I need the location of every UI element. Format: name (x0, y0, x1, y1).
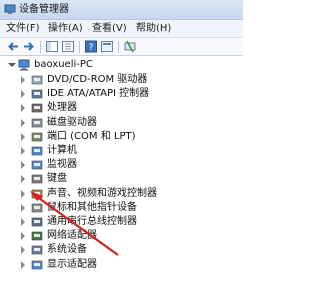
expand-icon[interactable] (21, 147, 25, 155)
network-adapter-icon (31, 231, 43, 241)
help-icon[interactable]: ? (84, 40, 98, 53)
tree-item-label: 磁盘驱动器 (47, 116, 97, 128)
menu-bar: 文件(F) 操作(A) 查看(V) 帮助(H) (0, 20, 243, 38)
tree-item-label: DVD/CD-ROM 驱动器 (47, 74, 148, 85)
tree-root[interactable]: baoxueli-PC (6, 58, 206, 72)
disk-drive-icon (31, 118, 43, 127)
sound-icon (31, 189, 43, 198)
show-hide-icon[interactable] (45, 40, 59, 53)
tree-item-label: 显示适配器 (47, 258, 97, 270)
toolbar-separator (118, 41, 119, 53)
properties-icon[interactable] (100, 40, 114, 53)
processor-icon (31, 104, 43, 113)
tree-item[interactable]: 磁盘驱动器 (18, 116, 238, 130)
tree-item[interactable]: 端口 (COM 和 LPT) (18, 130, 238, 144)
tree-item[interactable]: 声音、视频和游戏控制器 (18, 187, 238, 201)
tree-item-label: 计算机 (47, 145, 77, 156)
tree-item-label: 鼠标和其他指针设备 (47, 201, 137, 213)
tree-item[interactable]: 鼠标和其他指针设备 (18, 201, 238, 215)
keyboard-icon (31, 175, 43, 184)
tree-item-label: 网络适配器 (47, 230, 97, 242)
tree-item[interactable]: 网络适配器 (18, 229, 238, 243)
expand-icon[interactable] (21, 175, 25, 184)
computer-icon (31, 146, 43, 156)
expand-icon[interactable] (21, 203, 25, 212)
collapse-icon[interactable] (8, 63, 16, 67)
tree-item[interactable]: 系统设备 (18, 243, 238, 257)
title-bar: 设备管理器 (0, 0, 243, 20)
tree-item-label: 监视器 (47, 159, 77, 171)
expand-icon[interactable] (21, 118, 25, 127)
expand-icon[interactable] (21, 76, 25, 84)
computer-icon (18, 59, 30, 71)
device-manager-window: 设备管理器 文件(F) 操作(A) 查看(V) 帮助(H) ? baoxueli… (0, 0, 243, 283)
device-manager-icon (4, 4, 16, 14)
ide-controller-icon (31, 89, 43, 99)
svg-text:?: ? (89, 43, 94, 53)
tree-item[interactable]: 计算机 (18, 144, 238, 158)
tree-item-label: IDE ATA/ATAPI 控制器 (47, 88, 150, 100)
menu-file[interactable]: 文件(F) (6, 23, 40, 35)
toolbar-separator (40, 41, 41, 53)
tree-item-label: 端口 (COM 和 LPT) (47, 130, 136, 142)
device-tree: baoxueli-PC DVD/CD-ROM 驱动器 IDE ATA/ATAPI … (0, 56, 243, 283)
tree-item[interactable]: DVD/CD-ROM 驱动器 (18, 73, 238, 87)
port-icon (31, 132, 43, 142)
expand-icon[interactable] (21, 161, 25, 170)
tree-item[interactable]: 监视器 (18, 158, 238, 172)
mouse-icon (31, 203, 43, 213)
dvd-drive-icon (31, 75, 43, 85)
tree-item-label: 通用串行总线控制器 (47, 216, 137, 227)
expand-icon[interactable] (21, 104, 25, 113)
toolbar-separator (79, 41, 80, 53)
display-adapter-icon (31, 260, 43, 269)
expand-icon[interactable] (21, 260, 25, 269)
update-driver-icon[interactable] (123, 40, 137, 53)
system-device-icon (31, 246, 43, 255)
expand-icon[interactable] (21, 232, 25, 241)
tree-item-label: 系统设备 (47, 244, 87, 256)
back-icon[interactable] (6, 40, 20, 53)
menu-action[interactable]: 操作(A) (48, 23, 83, 35)
expand-icon[interactable] (21, 189, 25, 198)
menu-help[interactable]: 帮助(H) (136, 23, 171, 35)
tree-item-label: 键盘 (47, 173, 67, 185)
expand-icon[interactable] (21, 218, 25, 226)
tree-item-label: 声音、视频和游戏控制器 (47, 187, 157, 199)
tree-item[interactable]: 显示适配器 (18, 258, 238, 272)
menu-view[interactable]: 查看(V) (92, 23, 127, 35)
toolbar: ? (0, 38, 243, 56)
tree-root-label: baoxueli-PC (34, 59, 93, 70)
tree-item[interactable]: 处理器 (18, 101, 238, 115)
expand-icon[interactable] (21, 246, 25, 255)
tree-item[interactable]: 键盘 (18, 172, 238, 186)
tree-item[interactable]: IDE ATA/ATAPI 控制器 (18, 87, 238, 101)
usb-icon (31, 217, 43, 227)
forward-icon[interactable] (22, 40, 36, 53)
tree-item-label: 处理器 (47, 102, 77, 114)
expand-icon[interactable] (21, 90, 25, 99)
tree-item[interactable]: 通用串行总线控制器 (18, 215, 238, 229)
window-title: 设备管理器 (19, 4, 69, 15)
console-tree-icon[interactable] (61, 40, 75, 53)
monitor-icon (31, 160, 43, 170)
expand-icon[interactable] (21, 132, 25, 141)
